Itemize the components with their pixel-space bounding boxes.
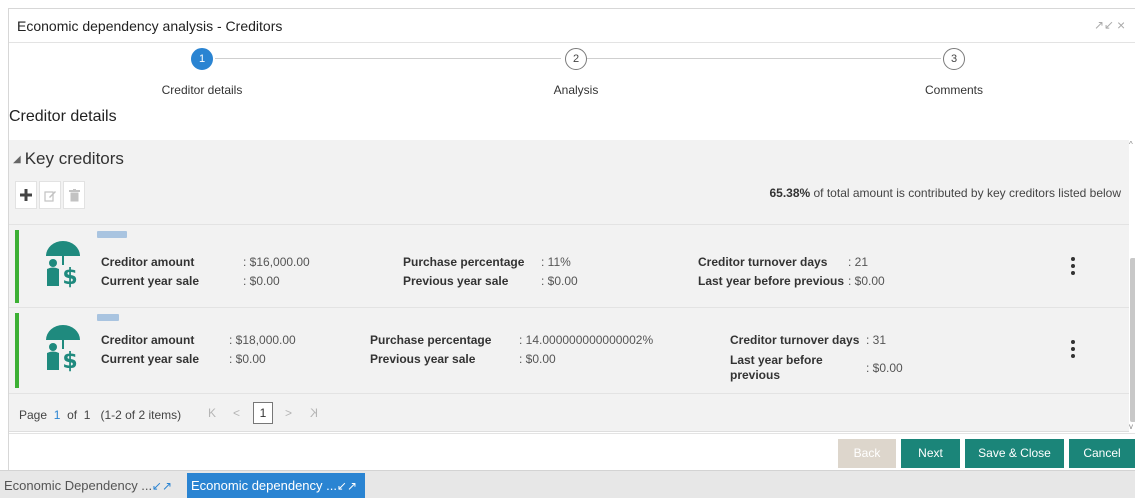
more-options-icon[interactable] bbox=[1071, 257, 1075, 275]
step-1-indicator[interactable]: 1 bbox=[191, 48, 213, 70]
previous-year-sale-label: Previous year sale bbox=[403, 274, 509, 288]
save-close-button[interactable]: Save & Close bbox=[965, 439, 1064, 468]
contribution-text: of total amount is contributed by key cr… bbox=[810, 186, 1122, 200]
more-options-icon[interactable] bbox=[1071, 340, 1075, 358]
creditor-turnover-days-value: : 21 bbox=[848, 255, 869, 269]
creditor-card[interactable]: $ Creditor amount : $18,000.00 Current y… bbox=[9, 307, 1129, 392]
previous-year-sale-value: : $0.00 bbox=[541, 274, 578, 288]
scroll-down-icon[interactable]: v bbox=[1129, 422, 1133, 431]
step-2-indicator[interactable]: 2 bbox=[565, 48, 587, 70]
card-accent-bar bbox=[15, 313, 19, 388]
dialog-footer: Back Next Save & Close Cancel bbox=[9, 433, 1135, 471]
first-page-icon[interactable]: K bbox=[208, 406, 216, 420]
step-connector bbox=[215, 58, 561, 59]
section-title: Creditor details bbox=[9, 108, 117, 125]
current-page-button[interactable]: 1 bbox=[253, 402, 273, 424]
creditor-turnover-days-value: : 31 bbox=[866, 333, 887, 347]
taskbar-tab-label: Economic dependency ... bbox=[191, 478, 337, 493]
expand-icon[interactable]: ↙↗ bbox=[152, 473, 172, 498]
delete-button[interactable] bbox=[63, 181, 85, 209]
creditor-amount-label: Creditor amount bbox=[101, 255, 195, 269]
creditor-umbrella-dollar-icon: $ bbox=[46, 241, 80, 288]
taskbar-tab-economic-dependency[interactable]: Economic Dependency ... ↙↗ bbox=[0, 473, 180, 498]
creditor-turnover-days-label: Creditor turnover days bbox=[730, 333, 860, 347]
last-year-before-previous-value: : $0.00 bbox=[866, 361, 903, 375]
creditor-amount-value: : $16,000.00 bbox=[243, 255, 310, 269]
creditor-toolbar bbox=[15, 181, 85, 209]
creditor-list: $ Creditor amount : $16,000.00 Current y… bbox=[9, 224, 1129, 392]
scroll-up-icon[interactable]: ^ bbox=[1129, 140, 1133, 149]
items-count: (1-2 of 2 items) bbox=[100, 408, 182, 422]
current-year-sale-value: : $0.00 bbox=[229, 352, 266, 366]
collapse-icon[interactable]: ◢ bbox=[13, 154, 21, 165]
expand-icon[interactable]: ↙↗ bbox=[337, 473, 357, 498]
prev-page-icon[interactable]: < bbox=[233, 406, 240, 420]
pagination-summary: Page 1 of 1 (1-2 of 2 items) bbox=[19, 408, 181, 422]
total-pages: 1 bbox=[83, 408, 91, 422]
step-connector bbox=[587, 58, 941, 59]
step-3-indicator[interactable]: 3 bbox=[943, 48, 965, 70]
previous-year-sale-label: Previous year sale bbox=[370, 352, 476, 366]
of-word: of bbox=[67, 408, 78, 422]
last-year-before-previous-value: : $0.00 bbox=[848, 274, 885, 288]
creditor-amount-value: : $18,000.00 bbox=[229, 333, 296, 347]
creditor-name-redacted bbox=[97, 314, 119, 321]
creditor-card[interactable]: $ Creditor amount : $16,000.00 Current y… bbox=[9, 224, 1129, 307]
vertical-scrollbar[interactable]: ^ v bbox=[1129, 140, 1135, 432]
dialog-window: Economic dependency analysis - Creditors… bbox=[8, 8, 1135, 470]
creditor-turnover-days-label: Creditor turnover days bbox=[698, 255, 828, 269]
close-icon[interactable]: × bbox=[1117, 18, 1125, 32]
card-accent-bar bbox=[15, 230, 19, 303]
contribution-summary: 65.38% of total amount is contributed by… bbox=[769, 186, 1121, 200]
window-title: Economic dependency analysis - Creditors bbox=[17, 18, 283, 34]
previous-year-sale-value: : $0.00 bbox=[519, 352, 556, 366]
last-page-icon[interactable]: K bbox=[310, 406, 318, 420]
pagination: Page 1 of 1 (1-2 of 2 items) K < 1 > K bbox=[9, 393, 1129, 431]
purchase-percentage-label: Purchase percentage bbox=[403, 255, 525, 269]
page-word: Page bbox=[19, 408, 48, 422]
creditor-name-redacted bbox=[97, 231, 127, 238]
taskbar-tab-economic-dependency-active[interactable]: Economic dependency ... ↙↗ bbox=[187, 473, 365, 498]
current-year-sale-label: Current year sale bbox=[101, 274, 200, 288]
progress-stepper: 1 2 3 Creditor details Analysis Comments bbox=[9, 43, 1135, 107]
last-year-before-previous-label: Last year before previous bbox=[730, 353, 823, 382]
next-page-icon[interactable]: > bbox=[285, 406, 292, 420]
current-year-sale-label: Current year sale bbox=[101, 352, 200, 366]
purchase-percentage-value: : 14.000000000000002% bbox=[519, 333, 654, 347]
cancel-button[interactable]: Cancel bbox=[1069, 439, 1135, 468]
title-bar: Economic dependency analysis - Creditors… bbox=[9, 9, 1135, 43]
current-year-sale-value: : $0.00 bbox=[243, 274, 280, 288]
edit-button[interactable] bbox=[39, 181, 61, 209]
taskbar-tab-label: Economic Dependency ... bbox=[4, 478, 153, 493]
creditor-amount-label: Creditor amount bbox=[101, 333, 195, 347]
current-page-number: 1 bbox=[53, 408, 61, 422]
taskbar: Economic Dependency ... ↙↗ Economic depe… bbox=[0, 470, 1135, 498]
add-icon bbox=[20, 189, 32, 201]
step-3-label[interactable]: Comments bbox=[874, 83, 1034, 97]
add-button[interactable] bbox=[15, 181, 37, 209]
scrollbar-thumb[interactable] bbox=[1130, 258, 1135, 422]
delete-icon bbox=[68, 188, 80, 201]
svg-text:$: $ bbox=[62, 349, 77, 372]
key-creditors-panel: ◢ Key creditors 65.38% of total amount is… bbox=[9, 140, 1129, 432]
next-button[interactable]: Next bbox=[901, 439, 960, 468]
purchase-percentage-value: : 11% bbox=[541, 255, 571, 269]
last-year-before-previous-label: Last year before previous bbox=[698, 274, 845, 288]
step-1-label[interactable]: Creditor details bbox=[122, 83, 282, 97]
panel-heading-label: Key creditors bbox=[24, 149, 124, 168]
contribution-percent: 65.38% bbox=[769, 186, 811, 200]
step-2-label[interactable]: Analysis bbox=[496, 83, 656, 97]
panel-heading[interactable]: ◢ Key creditors bbox=[13, 149, 124, 169]
creditor-umbrella-dollar-icon: $ bbox=[46, 325, 80, 372]
back-button[interactable]: Back bbox=[838, 439, 896, 468]
purchase-percentage-label: Purchase percentage bbox=[370, 333, 492, 347]
edit-icon bbox=[43, 190, 56, 202]
svg-text:$: $ bbox=[62, 265, 77, 288]
minimize-icon[interactable]: ↗↙ bbox=[1094, 18, 1114, 32]
